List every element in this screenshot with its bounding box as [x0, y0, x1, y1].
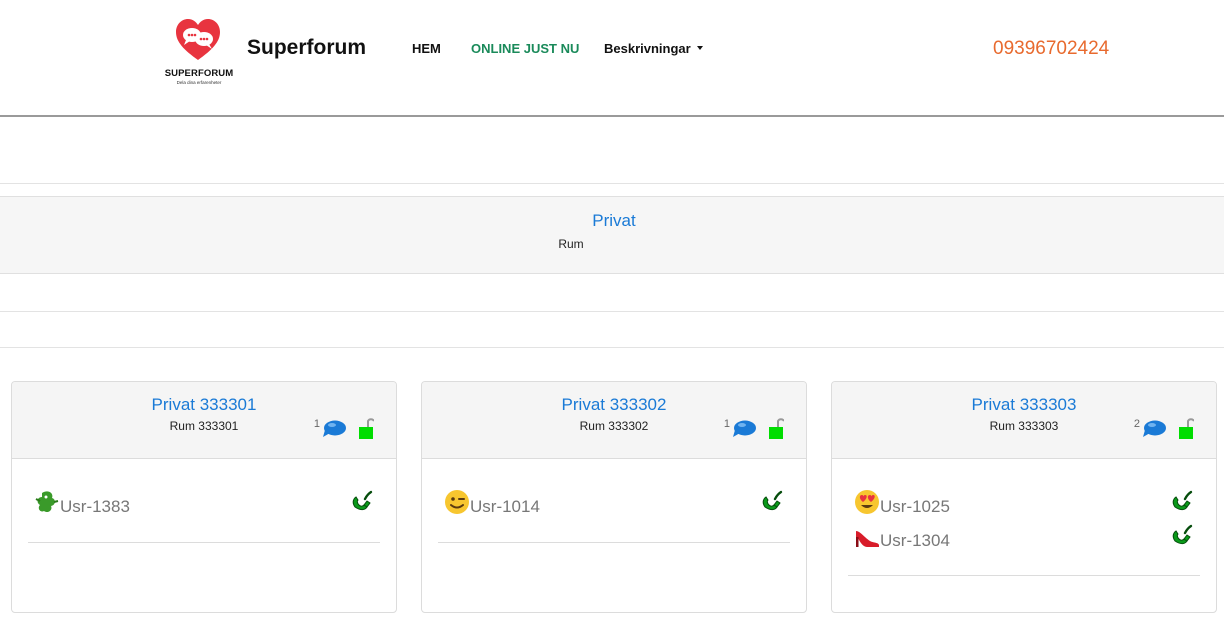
room-card: Privat 333301 Rum 333301 1 Usr-1383: [11, 381, 397, 613]
phone-call-icon[interactable]: [1170, 489, 1194, 513]
message-count: 2: [1133, 418, 1140, 430]
nav-online-link[interactable]: ONLINE JUST NU: [471, 41, 579, 56]
unlocked-icon: [769, 418, 784, 439]
message-count: 1: [723, 418, 730, 430]
username: Usr-1014: [470, 497, 540, 516]
room-card: Privat 333303 Rum 333303 2 Usr-1025 Usr-…: [831, 381, 1217, 613]
section-title: Privat: [592, 211, 636, 230]
room-title[interactable]: Privat 333301: [12, 395, 396, 415]
username: Usr-1304: [880, 531, 950, 550]
user-row: Usr-1383: [28, 489, 380, 519]
unlocked-icon: [359, 418, 374, 439]
row-divider: [848, 575, 1200, 576]
phone-number[interactable]: 09396702424: [993, 38, 1109, 60]
chat-bubble-icon[interactable]: [1142, 420, 1166, 438]
room-card-header: Privat 333301 Rum 333301 1: [12, 382, 396, 459]
room-card-header: Privat 333303 Rum 333303 2: [832, 382, 1216, 459]
logo-tagline: Dela dina erfarenheter: [176, 80, 222, 85]
section-header: Privat Rum: [0, 196, 1224, 274]
dragon-icon: [35, 491, 59, 513]
logo-text: SUPERFORUM: [164, 68, 234, 79]
chat-bubble-icon[interactable]: [322, 420, 346, 438]
message-count: 1: [313, 418, 320, 430]
nav-descriptions-label: Beskrivningar: [604, 41, 691, 56]
section-subtitle: Rum: [558, 237, 584, 251]
phone-call-icon[interactable]: [760, 489, 784, 513]
nav-home-link[interactable]: HEM: [412, 41, 441, 56]
row-divider: [28, 542, 380, 543]
chat-bubble-icon[interactable]: [732, 420, 756, 438]
site-logo[interactable]: SUPERFORUM Dela dina erfarenheter: [160, 18, 238, 90]
phone-call-icon[interactable]: [1170, 523, 1194, 547]
user-row: Usr-1304: [848, 523, 1200, 553]
room-card: Privat 333302 Rum 333302 1 Usr-1014: [421, 381, 807, 613]
unlocked-icon: [1179, 418, 1194, 439]
divider: [0, 183, 1224, 184]
room-title[interactable]: Privat 333302: [422, 395, 806, 415]
high-heel-icon: [856, 531, 879, 547]
top-navbar: SUPERFORUM Dela dina erfarenheter Superf…: [0, 0, 1224, 117]
room-card-header: Privat 333302 Rum 333302 1: [422, 382, 806, 459]
divider: [0, 347, 1224, 348]
user-row: Usr-1025: [848, 489, 1200, 519]
divider: [0, 311, 1224, 312]
phone-call-icon[interactable]: [350, 489, 374, 513]
user-row: Usr-1014: [438, 489, 790, 519]
heart-eyes-face-icon: [855, 490, 879, 514]
username: Usr-1025: [880, 497, 950, 516]
winking-face-icon: [445, 490, 469, 514]
username: Usr-1383: [60, 497, 130, 516]
row-divider: [438, 542, 790, 543]
nav-descriptions-dropdown[interactable]: Beskrivningar: [604, 41, 703, 56]
caret-down-icon: [696, 45, 703, 50]
room-title[interactable]: Privat 333303: [832, 395, 1216, 415]
heart-chat-logo-icon: [176, 19, 220, 60]
brand-name[interactable]: Superforum: [247, 36, 366, 60]
